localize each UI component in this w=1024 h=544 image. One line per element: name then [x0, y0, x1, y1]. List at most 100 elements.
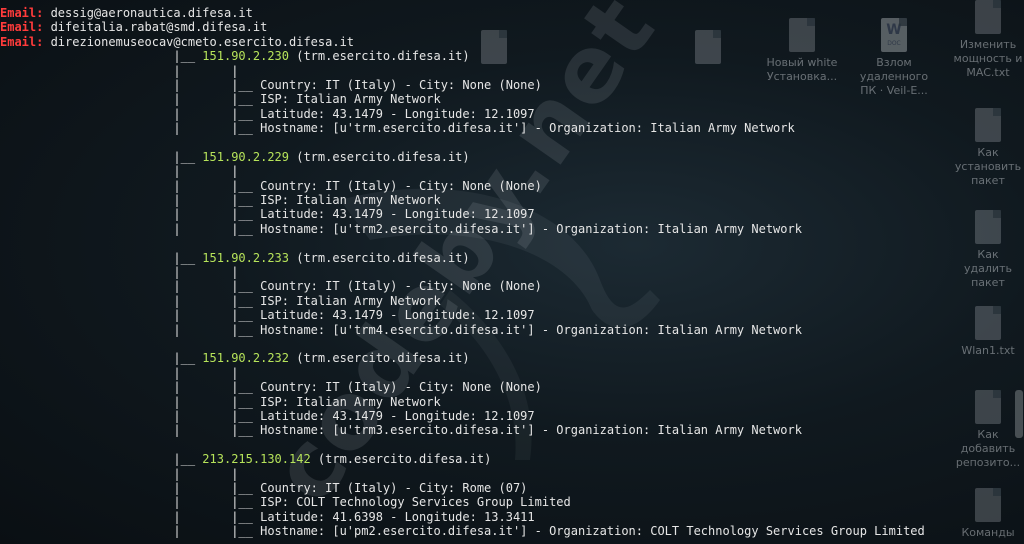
detail-line: | |__ Hostname: [u'trm.esercito.difesa.i…: [0, 121, 925, 135]
tree-line: | |: [0, 366, 925, 380]
blank-line: [0, 136, 925, 150]
host-domain: (trm.esercito.difesa.it): [310, 452, 492, 467]
detail-line: | |__ Hostname: [u'pm2.esercito.difesa.i…: [0, 524, 925, 539]
blank: [0, 438, 7, 452]
file-icon: [975, 210, 1001, 244]
host-ip: 151.90.2.233: [202, 250, 289, 265]
host-country: Country: IT (Italy) - City: Rome (07): [260, 480, 528, 495]
tree-line: | |: [0, 265, 925, 279]
detail-line: | |__ Latitude: 43.1479 - Longitude: 12.…: [0, 107, 925, 121]
host-hostname: Hostname: [u'pm2.esercito.difesa.it'] - …: [260, 524, 925, 539]
tree-branch: |__: [0, 250, 203, 265]
host-country: Country: IT (Italy) - City: None (None): [260, 380, 542, 395]
email-line: Email: difeitalia.rabat@smd.difesa.it: [0, 20, 925, 34]
host-hostname: Hostname: [u'trm3.esercito.difesa.it'] -…: [260, 423, 802, 438]
tree-branch: | |__: [0, 423, 261, 438]
file-icon: [975, 390, 1001, 424]
email-value: difeitalia.rabat@smd.difesa.it: [43, 20, 268, 35]
host-latlon: Latitude: 43.1479 - Longitude: 12.1097: [260, 106, 535, 121]
tree-branch: | |__: [0, 509, 261, 524]
tree-branch: | |__: [0, 77, 261, 92]
tree-branch: |__: [0, 49, 203, 64]
tree-branch: |__: [0, 351, 203, 366]
tree-branch: | |__: [0, 380, 261, 395]
file-icon: [975, 0, 1001, 34]
host-latlon: Latitude: 43.1479 - Longitude: 12.1097: [260, 308, 535, 323]
host-domain: (trm.esercito.difesa.it): [289, 49, 470, 64]
tree-branch: | |__: [0, 279, 261, 294]
tree-branch: | |: [0, 466, 239, 481]
tree-branch: | |__: [0, 480, 261, 495]
blank: [0, 337, 7, 351]
tree-branch: | |__: [0, 106, 261, 121]
host-header-line: |__ 213.215.130.142 (trm.esercito.difesa…: [0, 452, 925, 466]
host-country: Country: IT (Italy) - City: None (None): [260, 279, 542, 294]
tree-branch: | |__: [0, 221, 261, 236]
email-value: direzionemuseocav@cmeto.esercito.difesa.…: [43, 34, 355, 49]
detail-line: | |__ Hostname: [u'trm4.esercito.difesa.…: [0, 323, 925, 337]
tree-branch: | |__: [0, 394, 261, 409]
host-header-line: |__ 151.90.2.229 (trm.esercito.difesa.it…: [0, 150, 925, 164]
scrollbar-thumb[interactable]: [1015, 390, 1023, 438]
host-isp: ISP: COLT Technology Services Group Limi…: [260, 495, 571, 510]
host-header-line: |__ 151.90.2.232 (trm.esercito.difesa.it…: [0, 351, 925, 365]
email-line: Email: direzionemuseocav@cmeto.esercito.…: [0, 35, 925, 49]
tree-line: | |: [0, 467, 925, 481]
detail-line: | |__ Country: IT (Italy) - City: None (…: [0, 380, 925, 394]
host-hostname: Hostname: [u'trm.esercito.difesa.it'] - …: [260, 121, 795, 136]
tree-branch: | |__: [0, 524, 261, 539]
tree-branch: | |__: [0, 322, 261, 337]
file-icon: [975, 488, 1001, 522]
tree-branch: |__: [0, 452, 203, 467]
blank-line: [0, 337, 925, 351]
tree-branch: | |: [0, 265, 239, 280]
host-isp: ISP: Italian Army Network: [260, 193, 441, 208]
host-isp: ISP: Italian Army Network: [260, 92, 441, 107]
scrollbar[interactable]: [1014, 0, 1024, 544]
detail-line: | |__ ISP: Italian Army Network: [0, 395, 925, 409]
email-label: Email:: [0, 34, 44, 49]
tree-branch: | |__: [0, 178, 261, 193]
detail-line: | |__ ISP: Italian Army Network: [0, 193, 925, 207]
host-ip: 151.90.2.230: [202, 49, 289, 64]
detail-line: | |__ Latitude: 43.1479 - Longitude: 12.…: [0, 207, 925, 221]
terminal-output[interactable]: Email: dessig@aeronautica.difesa.it Email…: [0, 6, 925, 538]
detail-line: | |__ Hostname: [u'trm3.esercito.difesa.…: [0, 423, 925, 437]
tree-branch: | |: [0, 164, 239, 179]
tree-branch: | |__: [0, 121, 261, 136]
tree-branch: | |__: [0, 408, 261, 423]
blank-line: [0, 236, 925, 250]
detail-line: | |__ Country: IT (Italy) - City: None (…: [0, 179, 925, 193]
host-hostname: Hostname: [u'trm4.esercito.difesa.it'] -…: [260, 322, 802, 337]
blank-line: [0, 438, 925, 452]
tree-branch: | |__: [0, 207, 261, 222]
host-isp: ISP: Italian Army Network: [260, 293, 441, 308]
detail-line: | |__ ISP: COLT Technology Services Grou…: [0, 495, 925, 509]
host-country: Country: IT (Italy) - City: None (None): [260, 178, 542, 193]
email-label: Email:: [0, 20, 44, 35]
tree-branch: | |__: [0, 193, 261, 208]
host-latlon: Latitude: 43.1479 - Longitude: 12.1097: [260, 207, 535, 222]
host-ip: 213.215.130.142: [202, 452, 311, 467]
host-country: Country: IT (Italy) - City: None (None): [260, 77, 542, 92]
tree-branch: |__: [0, 149, 203, 164]
host-ip: 151.90.2.229: [202, 149, 289, 164]
host-header-line: |__ 151.90.2.230 (trm.esercito.difesa.it…: [0, 49, 925, 63]
detail-line: | |__ ISP: Italian Army Network: [0, 294, 925, 308]
detail-line: | |__ Latitude: 41.6398 - Longitude: 13.…: [0, 510, 925, 524]
blank: [0, 236, 7, 250]
email-label: Email:: [0, 6, 44, 20]
host-domain: (trm.esercito.difesa.it): [289, 351, 470, 366]
blank: [0, 136, 7, 150]
detail-line: | |__ Country: IT (Italy) - City: None (…: [0, 78, 925, 92]
detail-line: | |__ Latitude: 43.1479 - Longitude: 12.…: [0, 409, 925, 423]
tree-branch: | |: [0, 365, 239, 380]
detail-line: | |__ Country: IT (Italy) - City: Rome (…: [0, 481, 925, 495]
file-icon: [975, 306, 1001, 340]
tree-branch: | |__: [0, 495, 261, 510]
tree-branch: | |__: [0, 92, 261, 107]
host-header-line: |__ 151.90.2.233 (trm.esercito.difesa.it…: [0, 251, 925, 265]
host-latlon: Latitude: 43.1479 - Longitude: 12.1097: [260, 408, 535, 423]
tree-branch: | |: [0, 63, 239, 78]
host-latlon: Latitude: 41.6398 - Longitude: 13.3411: [260, 509, 535, 524]
